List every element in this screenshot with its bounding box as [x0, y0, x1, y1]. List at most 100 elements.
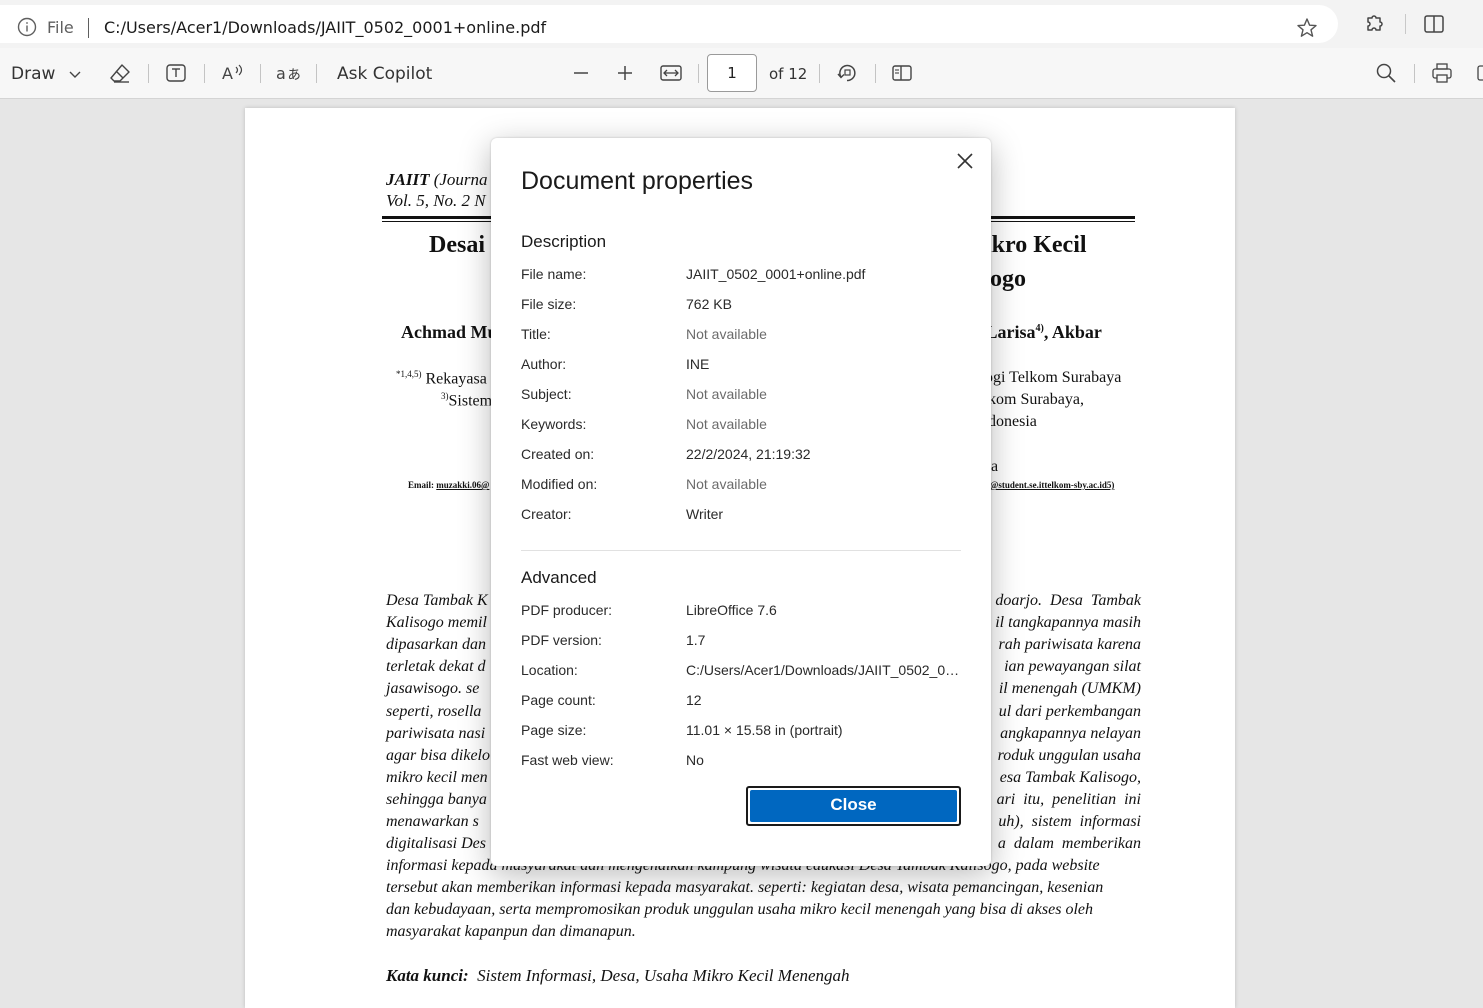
section-divider — [521, 550, 961, 551]
paper-title-right: ikro Kecil — [985, 232, 1087, 258]
journal-header-rest: (Journa — [429, 170, 488, 189]
minus-icon[interactable] — [570, 62, 592, 84]
abstract-line: agar bisa dikelo — [386, 746, 490, 764]
affiliation-right-3: donesia — [988, 413, 1037, 430]
abstract-line: seperti, rosella — [386, 702, 482, 720]
toolbar-divider — [148, 64, 149, 83]
translate-icon[interactable]: aぁ — [276, 62, 302, 84]
property-label: File size: — [521, 296, 577, 312]
email-right[interactable]: @student.se.ittelkom-sby.ac.id5) — [990, 480, 1114, 490]
svg-text:A: A — [222, 64, 233, 83]
email-link[interactable]: muzakki.06@ — [436, 480, 489, 490]
email-left: Email: muzakki.06@ — [408, 480, 489, 490]
puzzle-icon[interactable] — [1363, 12, 1385, 34]
affiliation-right-4: a — [991, 458, 999, 475]
property-value: INE — [686, 356, 710, 372]
page-number-input[interactable]: 1 — [707, 54, 757, 92]
affiliation-right-2: kom Surabaya, — [988, 391, 1084, 408]
affiliation-left-1-text: Rekayasa — [421, 370, 487, 388]
fit-width-icon[interactable] — [660, 62, 682, 84]
authors-right-b: , Akbar — [1043, 322, 1102, 342]
property-value: 762 KB — [686, 296, 732, 312]
page-view-icon[interactable] — [891, 62, 913, 84]
abstract-line: rah pariwisata karena — [998, 636, 1141, 654]
journal-header-line1: JAIIT (Journa — [386, 170, 488, 190]
svg-text:ぁ: ぁ — [286, 64, 302, 83]
close-button-focus-ring: Close — [746, 786, 961, 826]
paper-title-right-2: ogo — [990, 266, 1026, 292]
abstract-line: il tangkapannya masih — [995, 614, 1141, 632]
scheme-label: File — [47, 18, 74, 37]
abstract-line: jasawisogo. se — [386, 680, 480, 698]
affiliation-right-1: ogi Telkom Surabaya — [985, 369, 1122, 386]
toolbar-divider — [260, 64, 261, 83]
property-value: LibreOffice 7.6 — [686, 602, 777, 618]
property-label: Page size: — [521, 722, 587, 738]
property-value: Not available — [686, 416, 767, 432]
toolbar-divider — [1414, 64, 1415, 83]
more-options-icon[interactable] — [1476, 62, 1483, 84]
read-aloud-icon[interactable]: A — [221, 62, 243, 84]
abstract-line: doarjo. Desa Tambak — [995, 592, 1141, 609]
property-label: PDF version: — [521, 632, 602, 648]
toolbar-divider — [875, 64, 876, 83]
abstract-line: mikro kecil men — [386, 768, 488, 786]
abstract-line: il menengah (UMKM) — [998, 680, 1141, 698]
affiliation-left-2-text: Sistem — [448, 392, 493, 410]
property-label: Title: — [521, 326, 551, 342]
info-icon[interactable] — [17, 17, 37, 37]
close-icon[interactable] — [954, 150, 976, 172]
text-box-icon[interactable] — [165, 62, 187, 84]
eraser-icon[interactable] — [109, 62, 131, 84]
abstract-line: ian pewayangan silat — [1004, 658, 1141, 676]
ask-copilot-button[interactable]: Ask Copilot — [337, 64, 432, 84]
draw-button[interactable]: Draw — [11, 64, 55, 84]
address-bar[interactable]: File C:/Users/Acer1/Downloads/JAIIT_0502… — [0, 5, 1338, 43]
property-label: Page count: — [521, 692, 596, 708]
property-label: Fast web view: — [521, 752, 614, 768]
property-value: JAIIT_0502_0001+online.pdf — [686, 266, 866, 282]
plus-icon[interactable] — [614, 62, 636, 84]
abstract-line: a dalam memberikan — [997, 835, 1141, 853]
property-value: C:/Users/Acer1/Downloads/JAIIT_0502_0001… — [686, 662, 961, 678]
property-label: Location: — [521, 662, 578, 678]
abstract-line: dan kebudayaan, serta mempromosikan prod… — [386, 901, 1093, 919]
keywords-text: Sistem Informasi, Desa, Usaha Mikro Keci… — [477, 966, 850, 985]
pdf-toolbar: Draw A aぁ Ask Copilot 1 of 12 — [0, 48, 1483, 99]
abstract-line: Desa Tambak K — [386, 592, 488, 609]
rotate-icon[interactable] — [836, 62, 858, 84]
keywords-line: Kata kunci: Sistem Informasi, Desa, Usah… — [386, 966, 850, 986]
property-value: 1.7 — [686, 632, 706, 648]
authors-left: Achmad Mu — [401, 322, 498, 342]
affiliation-left-2: 3)Sistem — [441, 391, 492, 410]
property-value: No — [686, 752, 704, 768]
paper-title-left: Desai — [429, 232, 485, 258]
property-label: Creator: — [521, 506, 572, 522]
close-button[interactable]: Close — [750, 790, 957, 822]
property-value: 12 — [686, 692, 702, 708]
toolbar-divider — [204, 64, 205, 83]
abstract-line: tersebut akan memberikan informasi kepad… — [386, 879, 1104, 897]
url-text[interactable]: C:/Users/Acer1/Downloads/JAIIT_0502_0001… — [104, 18, 546, 37]
property-value: Not available — [686, 386, 767, 402]
journal-header-line2: Vol. 5, No. 2 N — [386, 191, 486, 210]
abstract-line: esa Tambak Kalisogo, — [999, 768, 1141, 786]
abstract-line: menawarkan s — [386, 813, 479, 830]
chevron-down-icon[interactable] — [64, 63, 86, 85]
affiliation-superscript: *1,4,5) — [396, 369, 422, 379]
star-icon[interactable] — [1296, 17, 1318, 39]
property-value: Not available — [686, 476, 767, 492]
keywords-label: Kata kunci: — [386, 966, 469, 985]
address-bar-strip: File C:/Users/Acer1/Downloads/JAIIT_0502… — [0, 0, 1483, 48]
document-properties-dialog: Document properties Description File nam… — [491, 138, 991, 866]
property-label: Modified on: — [521, 476, 598, 492]
split-screen-icon[interactable] — [1423, 13, 1445, 35]
affiliation-superscript: 3) — [441, 391, 449, 401]
property-value: 11.01 × 15.58 in (portrait) — [686, 722, 843, 738]
property-value: 22/2/2024, 21:19:32 — [686, 446, 811, 462]
print-icon[interactable] — [1431, 62, 1453, 84]
property-value: Not available — [686, 326, 767, 342]
abstract-line: dipasarkan dan — [386, 636, 486, 654]
search-icon[interactable] — [1375, 62, 1397, 84]
author-superscript: 4) — [1035, 323, 1044, 334]
